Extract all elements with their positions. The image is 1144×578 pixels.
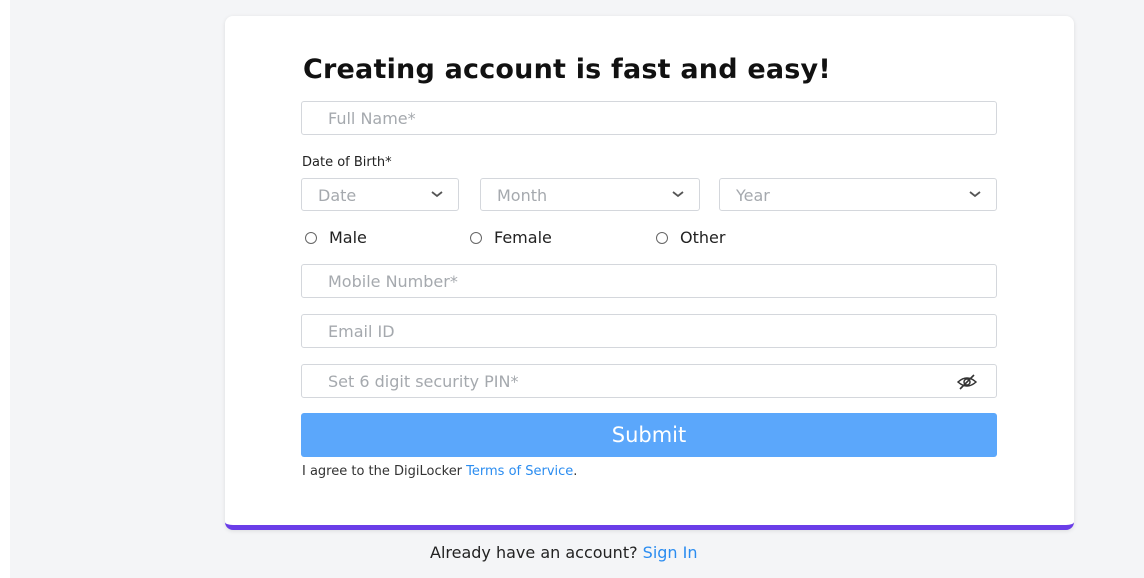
radio-other-label: Other xyxy=(680,228,726,247)
signin-prompt: Already have an account? Sign In xyxy=(430,543,698,562)
agree-text: I agree to the DigiLocker xyxy=(302,464,467,479)
agree-end: . xyxy=(573,464,578,479)
radio-other[interactable] xyxy=(656,231,668,244)
dob-label: Date of Birth* xyxy=(302,155,392,170)
pin-field[interactable] xyxy=(301,364,997,398)
submit-button[interactable]: Submit xyxy=(301,413,997,457)
year-select-value: Year xyxy=(736,186,770,205)
chevron-down-icon xyxy=(672,191,684,198)
chevron-down-icon xyxy=(431,191,443,198)
form-title: Creating account is fast and easy! xyxy=(303,54,831,85)
mobile-number-field[interactable] xyxy=(301,264,997,298)
gender-other-option[interactable]: Other xyxy=(656,228,725,247)
pin-input[interactable] xyxy=(302,365,996,397)
full-name-input[interactable] xyxy=(302,102,996,134)
terms-agreement: I agree to the DigiLocker Terms of Servi… xyxy=(302,464,577,479)
eye-slash-icon[interactable] xyxy=(956,373,978,391)
gender-female-option[interactable]: Female xyxy=(470,228,552,247)
radio-female-label: Female xyxy=(494,228,552,247)
email-input[interactable] xyxy=(302,315,996,347)
sign-in-link[interactable]: Sign In xyxy=(643,543,698,562)
terms-of-service-link[interactable]: Terms of Service xyxy=(466,464,573,479)
month-select-value: Month xyxy=(497,186,548,205)
signin-prompt-text: Already have an account? xyxy=(430,543,643,562)
signup-card: Creating account is fast and easy! Date … xyxy=(225,16,1074,530)
radio-male-label: Male xyxy=(329,228,367,247)
date-select-value: Date xyxy=(318,186,357,205)
radio-male[interactable] xyxy=(305,231,317,244)
mobile-number-input[interactable] xyxy=(302,265,996,297)
radio-female[interactable] xyxy=(470,231,482,244)
full-name-field[interactable] xyxy=(301,101,997,135)
date-select[interactable]: Date xyxy=(301,178,459,211)
year-select[interactable]: Year xyxy=(719,178,997,211)
month-select[interactable]: Month xyxy=(480,178,700,211)
gender-male-option[interactable]: Male xyxy=(305,228,367,247)
email-field[interactable] xyxy=(301,314,997,348)
chevron-down-icon xyxy=(969,191,981,198)
